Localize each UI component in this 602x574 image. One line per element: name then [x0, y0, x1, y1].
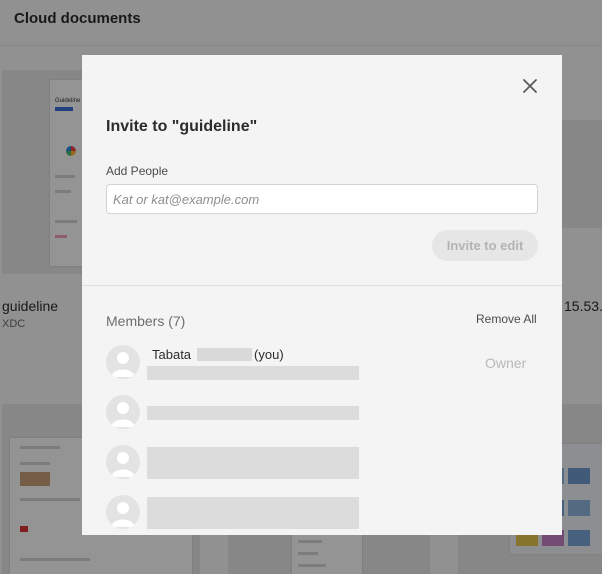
remove-all-button[interactable]: Remove All — [476, 312, 537, 326]
member-avatar — [106, 395, 140, 429]
close-button[interactable] — [519, 75, 541, 97]
member-you-label: (you) — [254, 347, 284, 362]
invite-to-edit-button[interactable]: Invite to edit — [432, 230, 538, 261]
dialog-title: Invite to "guideline" — [106, 118, 258, 135]
add-people-input[interactable] — [106, 184, 538, 214]
close-icon — [523, 79, 537, 93]
add-people-label: Add People — [106, 164, 169, 178]
member-name: Tabata (you) — [152, 347, 284, 362]
user-avatar-icon — [111, 452, 135, 477]
invite-dialog: Invite to "guideline" Add People Invite … — [82, 55, 562, 535]
redacted-member-info — [147, 406, 359, 420]
member-avatar — [106, 495, 140, 529]
member-avatar — [106, 445, 140, 479]
member-first-name: Tabata — [152, 347, 192, 362]
redacted-member-info — [147, 447, 359, 479]
section-divider — [82, 285, 562, 286]
redacted-member-email — [147, 366, 359, 380]
user-avatar-icon — [111, 502, 135, 527]
redacted-member-info — [147, 497, 359, 529]
member-avatar — [106, 345, 140, 379]
redacted-last-name — [197, 348, 253, 361]
user-avatar-icon — [111, 402, 135, 427]
members-title: Members (7) — [106, 313, 186, 329]
member-role: Owner — [485, 355, 527, 371]
user-avatar-icon — [111, 352, 135, 377]
